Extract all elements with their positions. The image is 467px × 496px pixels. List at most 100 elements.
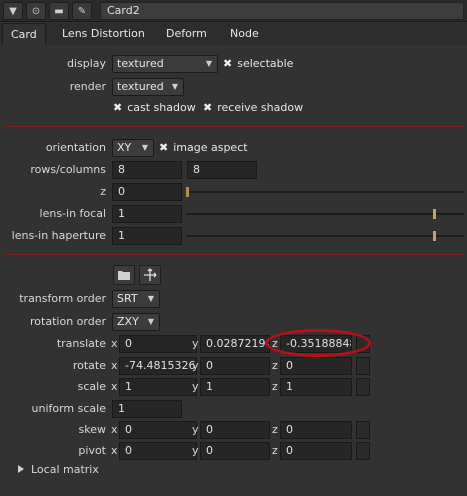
translate-y-input[interactable]: 0.02872194 [200, 335, 270, 353]
rotate-anim-button[interactable] [356, 357, 370, 375]
wrench-icon[interactable]: ✎ [72, 2, 92, 20]
cast-shadow-label: cast shadow [127, 101, 196, 114]
y-axis-label: y [192, 423, 199, 436]
node-titlebar: ▼ ⊙ ▬ ✎ Card2 [0, 0, 467, 22]
translate-label: translate [56, 337, 106, 350]
lens-in-haperture-label: lens-in haperture [11, 229, 106, 242]
axis-handle-icon[interactable] [139, 265, 161, 285]
local-matrix-label[interactable]: Local matrix [31, 461, 99, 479]
transform-order-dropdown[interactable]: SRT ▼ [112, 290, 160, 308]
rotation-order-label: rotation order [30, 315, 106, 328]
slider-handle[interactable] [186, 187, 189, 197]
z-slider[interactable] [186, 183, 464, 201]
render-dropdown[interactable]: textured ▼ [112, 78, 184, 96]
y-axis-label: y [192, 444, 199, 457]
z-axis-label: z [272, 359, 278, 372]
z-axis-label: z [272, 444, 278, 457]
slider-track [186, 213, 464, 215]
x-axis-label: x [111, 337, 118, 350]
check-icon: ✖ [203, 101, 213, 114]
scale-anim-button[interactable] [356, 378, 370, 396]
pivot-z-input[interactable]: 0 [280, 442, 352, 460]
orientation-label: orientation [45, 141, 106, 154]
chevron-down-icon: ▼ [147, 294, 154, 303]
rotate-label: rotate [72, 359, 106, 372]
slider-track [186, 191, 464, 193]
display-dropdown[interactable]: textured ▼ [112, 55, 218, 73]
z-input[interactable]: 0 [112, 183, 182, 201]
skew-anim-button[interactable] [356, 421, 370, 439]
orientation-dropdown[interactable]: XY ▼ [112, 139, 154, 157]
slider-handle[interactable] [433, 231, 436, 241]
scale-x-input[interactable]: 1 [119, 378, 197, 396]
section-divider [4, 126, 464, 127]
section-divider [4, 254, 464, 255]
circle-icon[interactable]: ⊙ [26, 2, 46, 20]
check-icon: ✖ [159, 141, 169, 154]
tab-deform[interactable]: Deform [158, 23, 215, 45]
rotate-z-input[interactable]: 0 [280, 357, 352, 375]
lens-in-focal-slider[interactable] [186, 205, 464, 223]
uniform-scale-label: uniform scale [31, 402, 107, 415]
rows-columns-label: rows/columns [30, 163, 106, 176]
skew-label: skew [78, 423, 106, 436]
rows-input[interactable]: 8 [112, 161, 182, 179]
pivot-x-input[interactable]: 0 [119, 442, 197, 460]
translate-x-input[interactable]: 0 [119, 335, 197, 353]
scale-label: scale [77, 380, 106, 393]
z-label: z [100, 185, 106, 198]
slider-handle[interactable] [433, 209, 436, 219]
image-aspect-checkbox[interactable]: ✖ image aspect [159, 139, 248, 157]
folder-icon[interactable] [113, 265, 135, 285]
chevron-down-icon: ▼ [205, 59, 212, 68]
lens-in-haperture-slider[interactable] [186, 227, 464, 245]
chevron-down-icon: ▼ [147, 317, 154, 326]
uniform-scale-input[interactable]: 1 [112, 400, 182, 418]
rotation-order-dropdown[interactable]: ZXY ▼ [112, 313, 160, 331]
selectable-checkbox[interactable]: ✖ selectable [223, 55, 293, 73]
y-axis-label: y [192, 337, 199, 350]
y-axis-label: y [192, 359, 199, 372]
check-icon: ✖ [223, 57, 233, 70]
transform-order-label: transform order [19, 292, 106, 305]
skew-x-input[interactable]: 0 [119, 421, 197, 439]
collapse-icon[interactable]: ▼ [3, 2, 23, 20]
slider-track [186, 235, 464, 237]
tab-bar: Card Lens Distortion Deform Node [0, 23, 467, 45]
x-axis-label: x [111, 359, 118, 372]
image-aspect-label: image aspect [173, 141, 248, 154]
lens-in-focal-input[interactable]: 1 [112, 205, 182, 223]
render-label: render [69, 80, 106, 93]
tab-lens-distortion[interactable]: Lens Distortion [54, 23, 153, 45]
skew-y-input[interactable]: 0 [200, 421, 270, 439]
chevron-down-icon: ▼ [141, 143, 148, 152]
z-axis-label: z [272, 380, 278, 393]
rotate-x-input[interactable]: -74.4815326 [119, 357, 197, 375]
pivot-anim-button[interactable] [356, 442, 370, 460]
minus-icon[interactable]: ▬ [49, 2, 69, 20]
columns-input[interactable]: 8 [187, 161, 257, 179]
display-label: display [66, 57, 106, 70]
receive-shadow-checkbox[interactable]: ✖ receive shadow [203, 99, 303, 117]
pivot-y-input[interactable]: 0 [200, 442, 270, 460]
display-value: textured [117, 57, 164, 70]
lens-in-haperture-input[interactable]: 1 [112, 227, 182, 245]
scale-z-input[interactable]: 1 [280, 378, 352, 396]
highlight-ellipse [265, 329, 371, 357]
tab-node[interactable]: Node [222, 23, 267, 45]
receive-shadow-label: receive shadow [217, 101, 304, 114]
rotation-order-value: ZXY [117, 315, 139, 328]
chevron-down-icon: ▼ [171, 82, 178, 91]
lens-in-focal-label: lens-in focal [39, 207, 106, 220]
z-axis-label: z [272, 423, 278, 436]
node-name-field[interactable]: Card2 [100, 2, 464, 20]
scale-y-input[interactable]: 1 [200, 378, 270, 396]
tab-card[interactable]: Card [2, 23, 46, 45]
expand-triangle-icon[interactable] [18, 465, 24, 473]
rotate-y-input[interactable]: 0 [200, 357, 270, 375]
selectable-label: selectable [237, 57, 294, 70]
x-axis-label: x [111, 380, 118, 393]
cast-shadow-checkbox[interactable]: ✖ cast shadow [113, 99, 196, 117]
skew-z-input[interactable]: 0 [280, 421, 352, 439]
orientation-value: XY [117, 141, 132, 154]
